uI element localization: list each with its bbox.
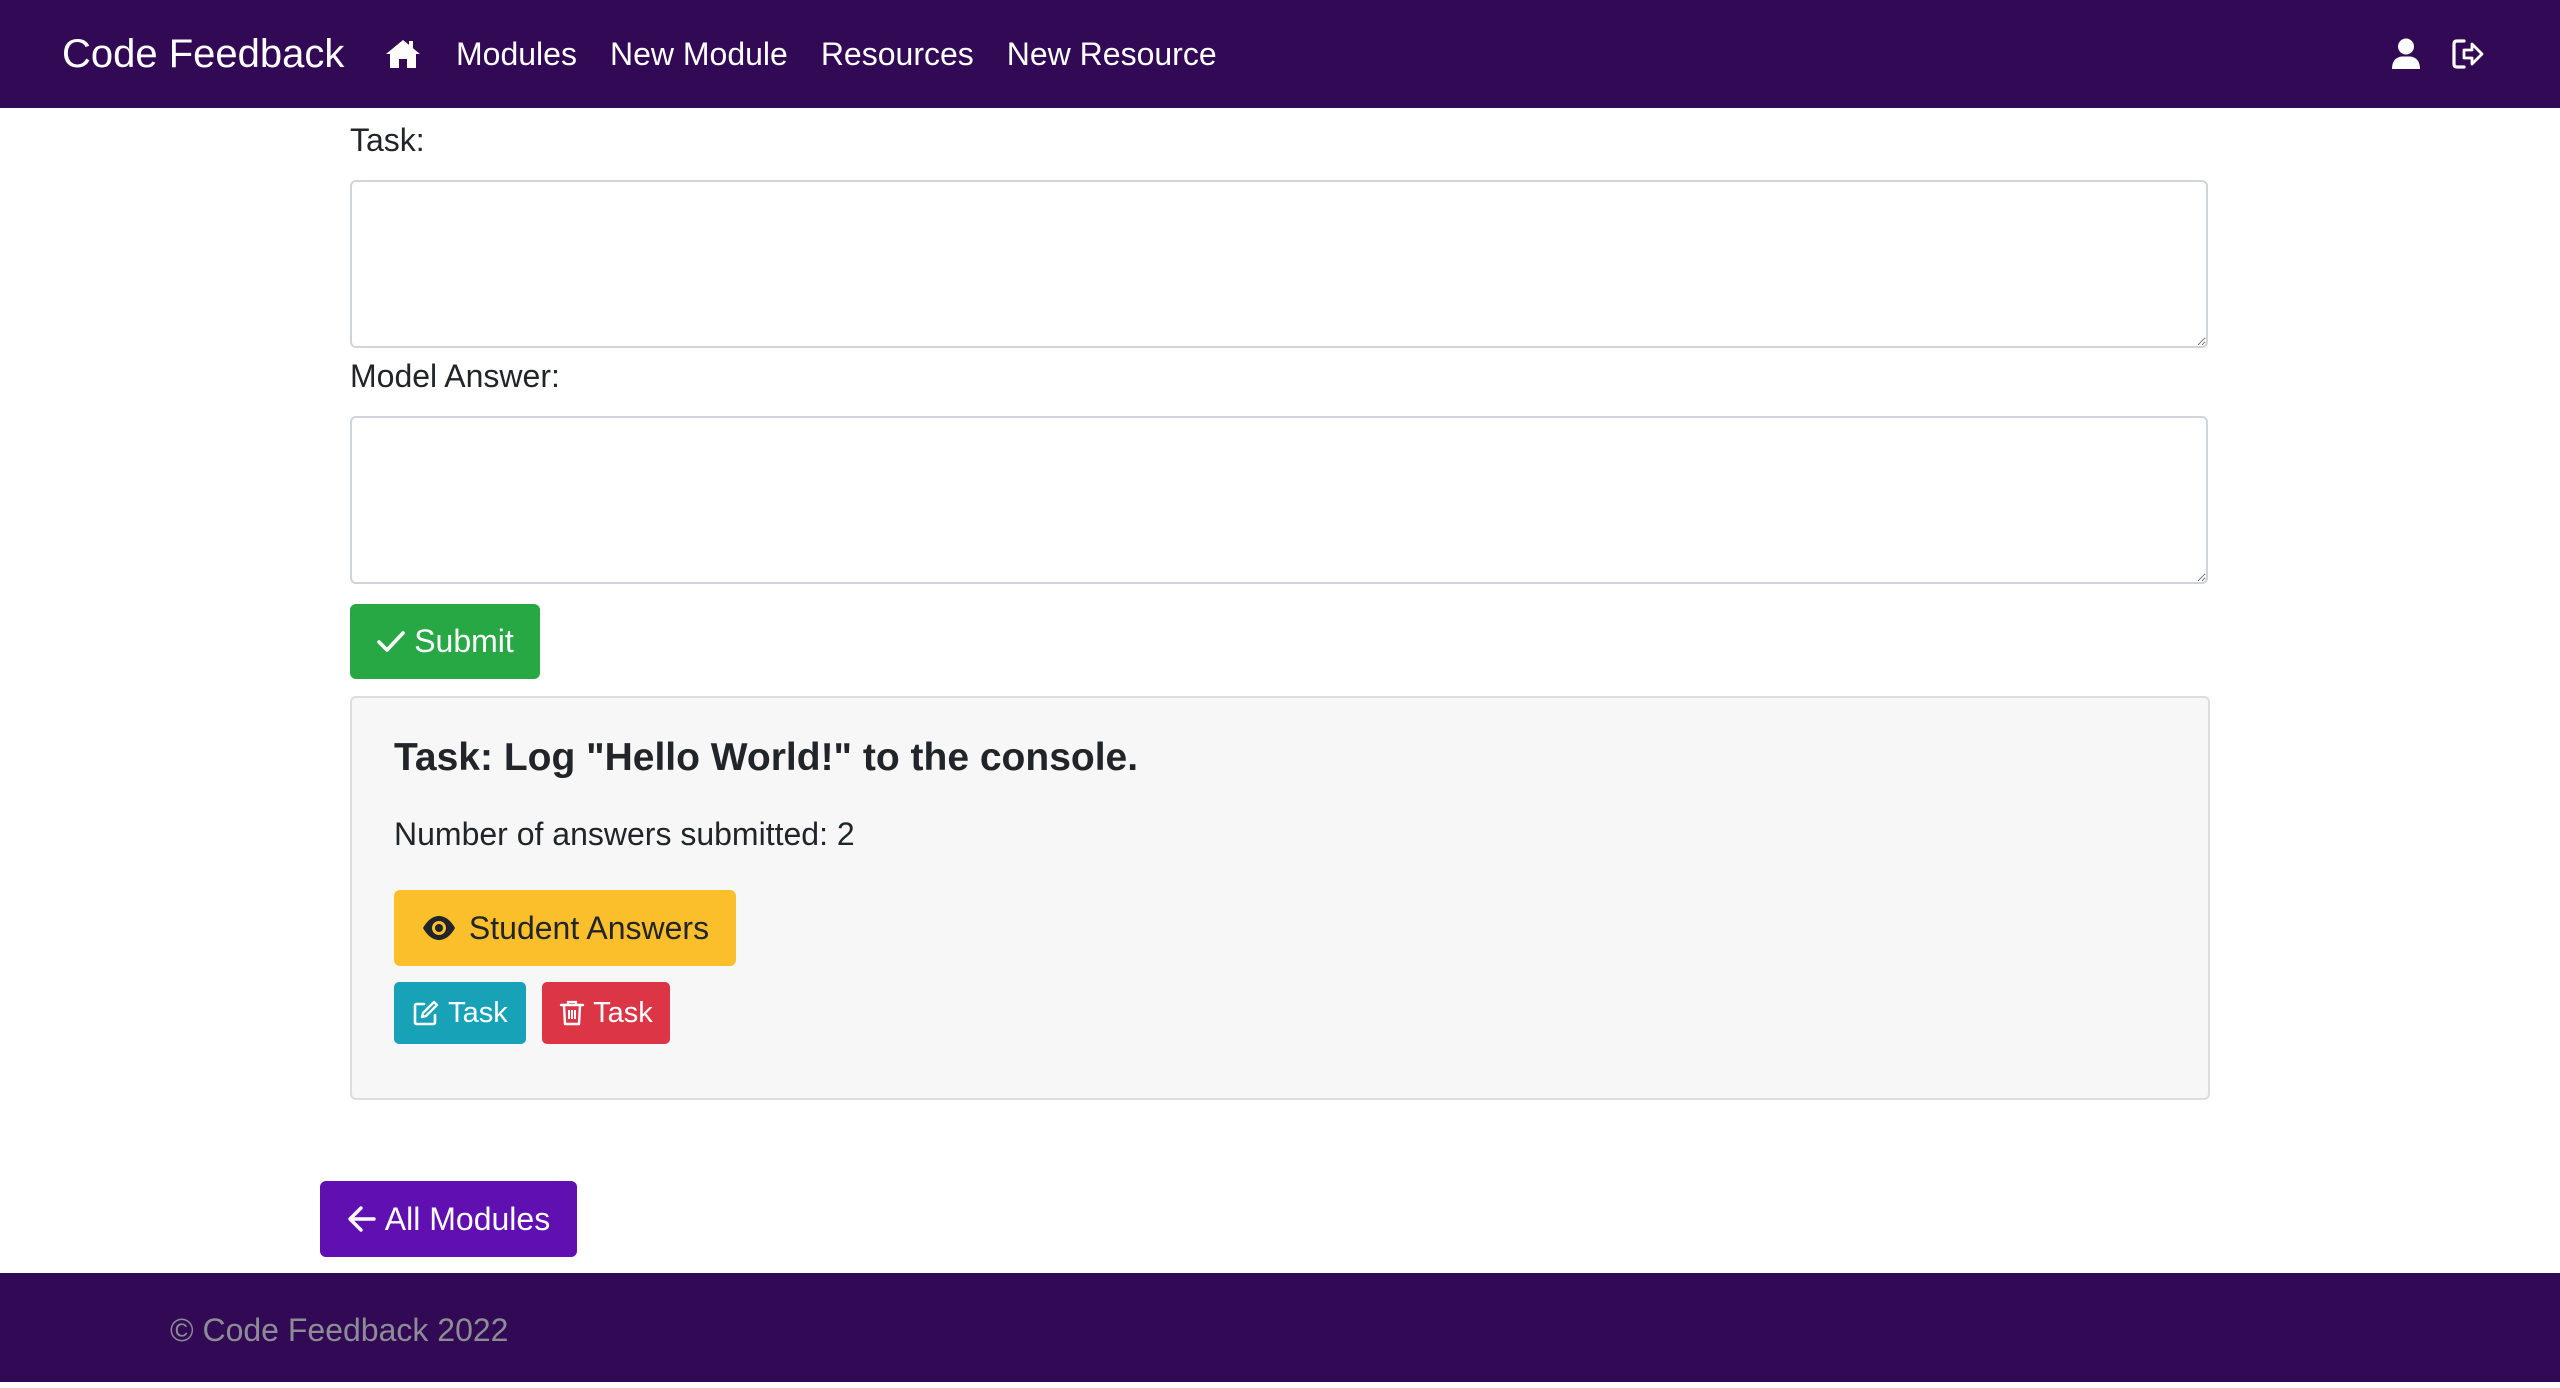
copyright-text: © Code Feedback 2022: [170, 1312, 509, 1348]
nav-link-resources[interactable]: Resources: [821, 36, 974, 73]
top-navbar: Code Feedback Modules New Module Resourc…: [0, 0, 2560, 108]
user-icon[interactable]: [2388, 36, 2424, 72]
footer: © Code Feedback 2022: [0, 1273, 2560, 1382]
student-answers-button[interactable]: Student Answers: [394, 890, 736, 966]
delete-task-label: Task: [593, 996, 653, 1029]
sign-out-icon[interactable]: [2450, 36, 2486, 72]
edit-task-button[interactable]: Task: [394, 982, 526, 1044]
eye-icon: [421, 914, 457, 942]
student-answers-label: Student Answers: [468, 909, 710, 946]
task-card: Task: Log "Hello World!" to the console.…: [350, 696, 2210, 1100]
task-label: Task:: [350, 122, 425, 158]
model-answer-label: Model Answer:: [350, 358, 560, 394]
edit-icon: [412, 999, 440, 1027]
check-icon: [376, 629, 406, 655]
answers-count: Number of answers submitted: 2: [394, 816, 855, 852]
submit-label: Submit: [414, 623, 514, 659]
delete-task-button[interactable]: Task: [542, 982, 670, 1044]
task-textarea[interactable]: [350, 180, 2208, 348]
model-answer-textarea[interactable]: [350, 416, 2208, 584]
nav-link-new-resource[interactable]: New Resource: [1007, 36, 1217, 73]
edit-task-label: Task: [448, 996, 508, 1029]
nav-links: Modules New Module Resources New Resourc…: [384, 0, 1250, 108]
task-title: Task: Log "Hello World!" to the console.: [394, 736, 1139, 779]
nav-link-modules[interactable]: Modules: [456, 36, 577, 73]
arrow-left-icon: [347, 1205, 377, 1233]
submit-button[interactable]: Submit: [350, 604, 540, 679]
all-modules-button[interactable]: All Modules: [320, 1181, 577, 1257]
all-modules-label: All Modules: [384, 1200, 551, 1237]
trash-icon: [559, 999, 585, 1027]
home-icon[interactable]: [384, 36, 424, 72]
nav-link-new-module[interactable]: New Module: [610, 36, 788, 73]
nav-right-icons: [2388, 0, 2560, 108]
brand-link[interactable]: Code Feedback: [62, 0, 344, 108]
